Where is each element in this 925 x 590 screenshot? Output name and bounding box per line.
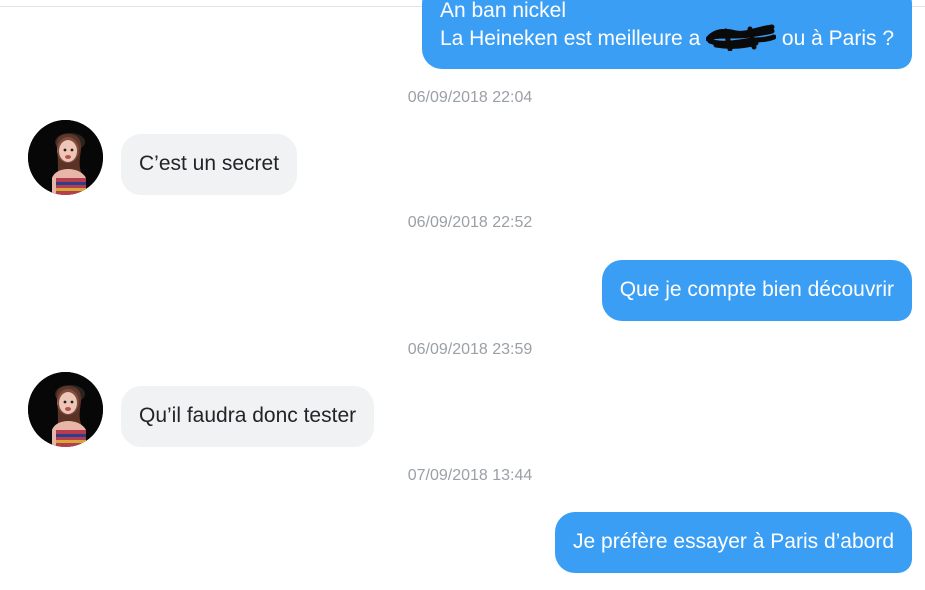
message-timestamp: 07/09/2018 13:44: [407, 467, 533, 484]
outgoing-message[interactable]: An ban nickel La Heineken est meilleure …: [421, 0, 912, 69]
message-timestamp: 06/09/2018 22:04: [407, 89, 533, 106]
incoming-message[interactable]: C’est un secret: [121, 134, 298, 195]
chat-thread[interactable]: An ban nickel La Heineken est meilleure …: [0, 0, 925, 590]
message-line: An ban nickel: [439, 0, 567, 22]
message-timestamp: 06/09/2018 23:59: [407, 341, 533, 358]
redaction-scribble: [705, 23, 777, 52]
avatar[interactable]: [28, 372, 103, 447]
avatar[interactable]: [28, 120, 103, 195]
message-text-part: ou à Paris ?: [776, 27, 894, 50]
outgoing-message[interactable]: Que je compte bien découvrir: [601, 260, 912, 321]
outgoing-message[interactable]: Je préfère essayer à Paris d’abord: [555, 512, 912, 573]
message-text-part: La Heineken est meilleure a: [439, 27, 707, 50]
incoming-message[interactable]: Qu’il faudra donc tester: [121, 386, 375, 447]
message-timestamp: 06/09/2018 22:52: [407, 214, 533, 231]
message-line: La Heineken est meilleure a ou à Paris ?: [439, 23, 894, 53]
